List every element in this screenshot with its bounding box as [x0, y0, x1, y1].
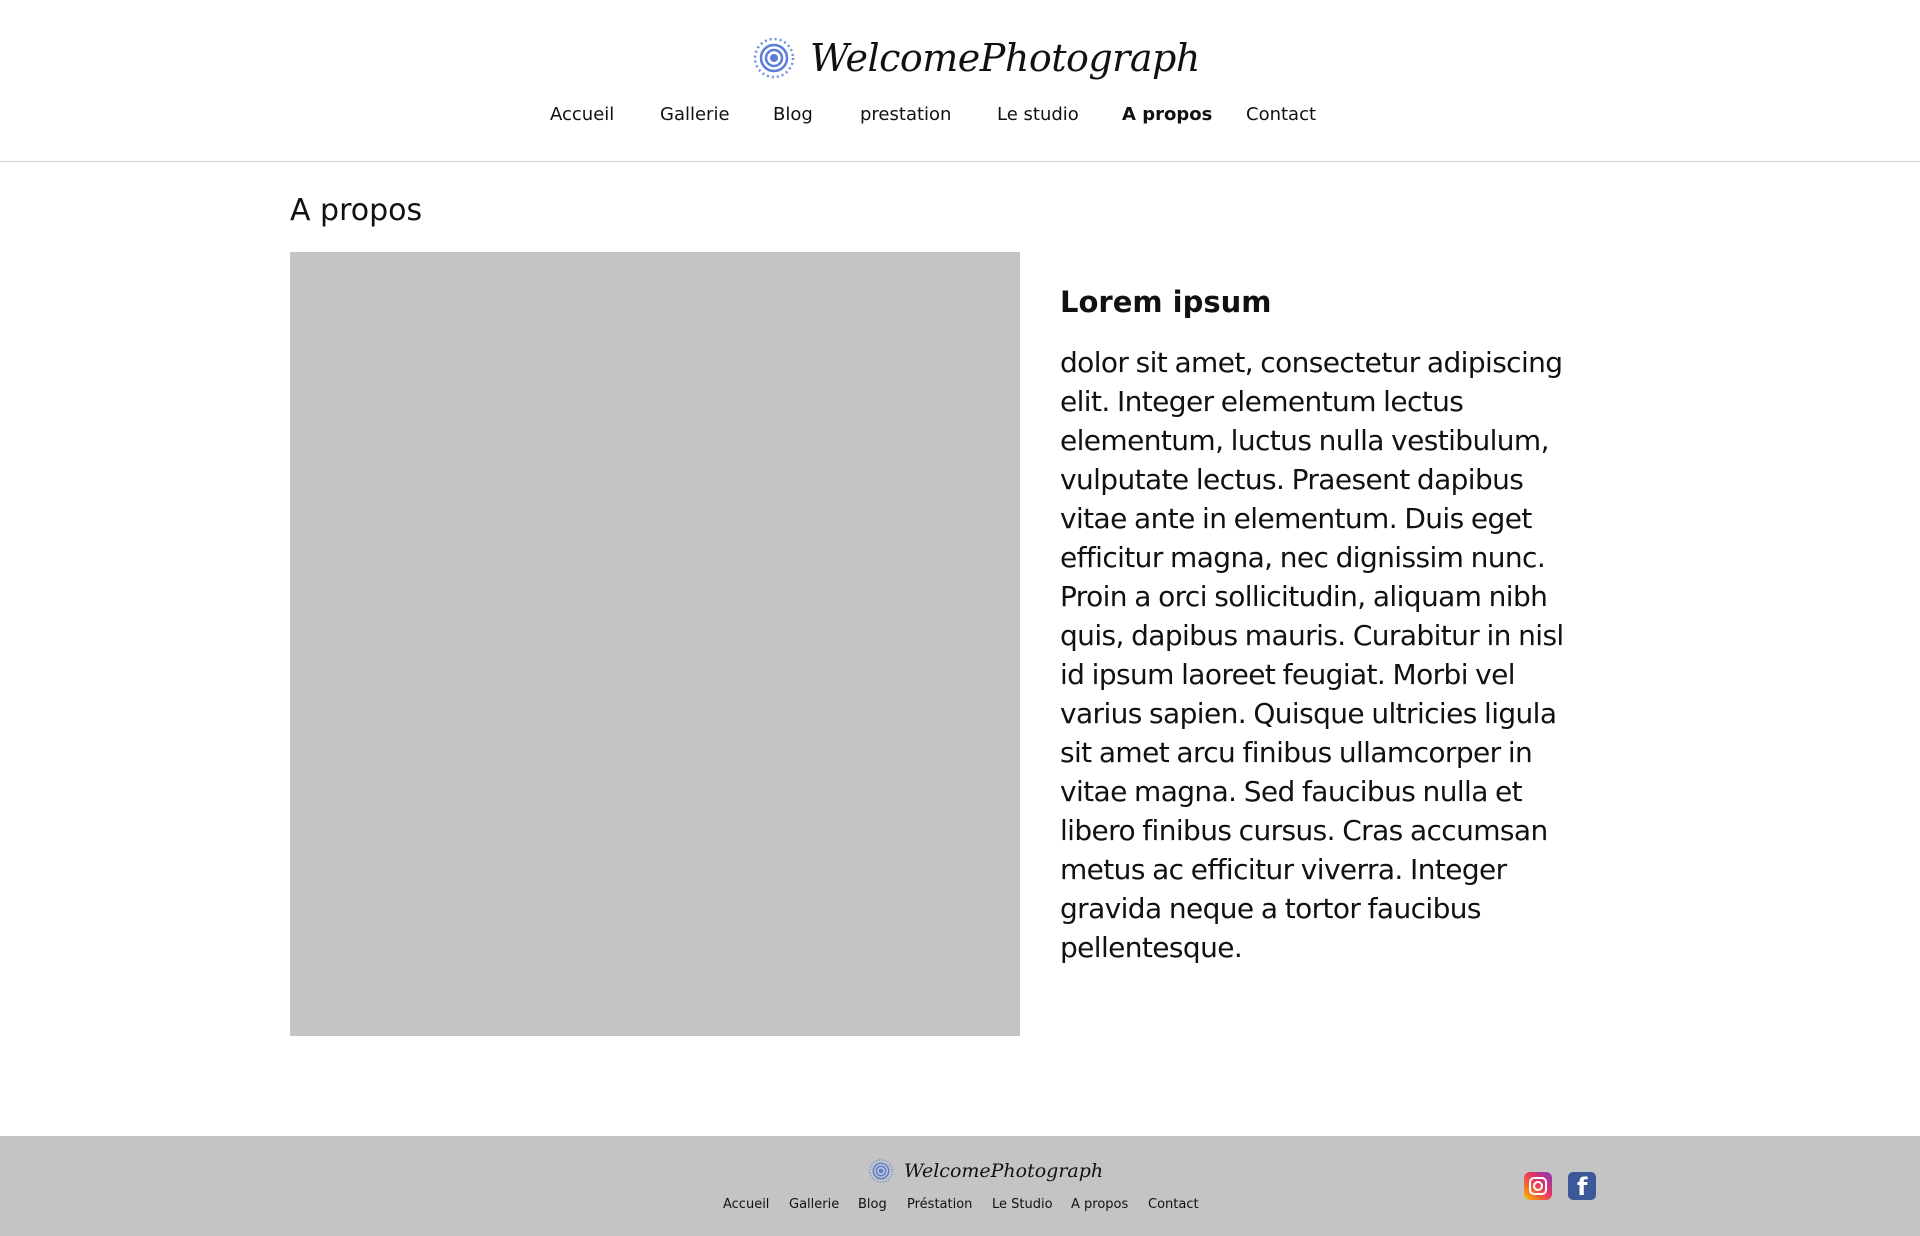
- nav-link-le-studio[interactable]: Le studio: [997, 104, 1079, 125]
- nav-link-gallerie[interactable]: Gallerie: [660, 104, 730, 125]
- facebook-icon[interactable]: f: [1568, 1172, 1596, 1201]
- footer-link-prestation[interactable]: Préstation: [907, 1197, 972, 1212]
- instagram-icon[interactable]: [1524, 1172, 1552, 1200]
- facebook-glyph: f: [1577, 1173, 1588, 1201]
- footer-link-gallerie[interactable]: Gallerie: [789, 1197, 839, 1212]
- nav-link-accueil[interactable]: Accueil: [550, 104, 614, 125]
- brand-name: WelcomePhotograph: [810, 36, 1200, 80]
- footer-link-blog[interactable]: Blog: [858, 1197, 887, 1212]
- nav-link-contact[interactable]: Contact: [1246, 104, 1316, 125]
- nav-link-a-propos[interactable]: A propos: [1122, 104, 1212, 125]
- camera-lens-logo-icon: [869, 1159, 893, 1183]
- instagram-lens-shape: [1533, 1181, 1543, 1191]
- footer-link-contact[interactable]: Contact: [1148, 1197, 1199, 1212]
- footer-link-accueil[interactable]: Accueil: [723, 1197, 769, 1212]
- article-title: Lorem ipsum: [1060, 285, 1272, 319]
- camera-lens-logo-icon: [753, 37, 795, 79]
- nav-link-prestation[interactable]: prestation: [860, 104, 951, 125]
- footer-link-le-studio[interactable]: Le Studio: [992, 1197, 1053, 1212]
- article-body: dolor sit amet, consectetur adipiscing e…: [1060, 346, 1564, 964]
- page-title: A propos: [290, 193, 423, 228]
- image-placeholder: [290, 252, 1020, 1036]
- brand-logo-link[interactable]: WelcomePhotograph: [752, 30, 1200, 86]
- footer-nav: Accueil Gallerie Blog Préstation Le Stud…: [0, 1197, 1920, 1217]
- nav-link-blog[interactable]: Blog: [773, 104, 813, 125]
- main-nav: Accueil Gallerie Blog prestation Le stud…: [0, 104, 1920, 134]
- footer-brand-name: WelcomePhotograph: [904, 1160, 1104, 1182]
- site-footer: WelcomePhotograph Accueil Gallerie Blog …: [0, 1136, 1920, 1236]
- site-header: WelcomePhotograph Accueil Gallerie Blog …: [0, 0, 1920, 162]
- footer-brand-logo-link[interactable]: WelcomePhotograph: [868, 1156, 1103, 1186]
- footer-link-a-propos[interactable]: A propos: [1071, 1197, 1128, 1212]
